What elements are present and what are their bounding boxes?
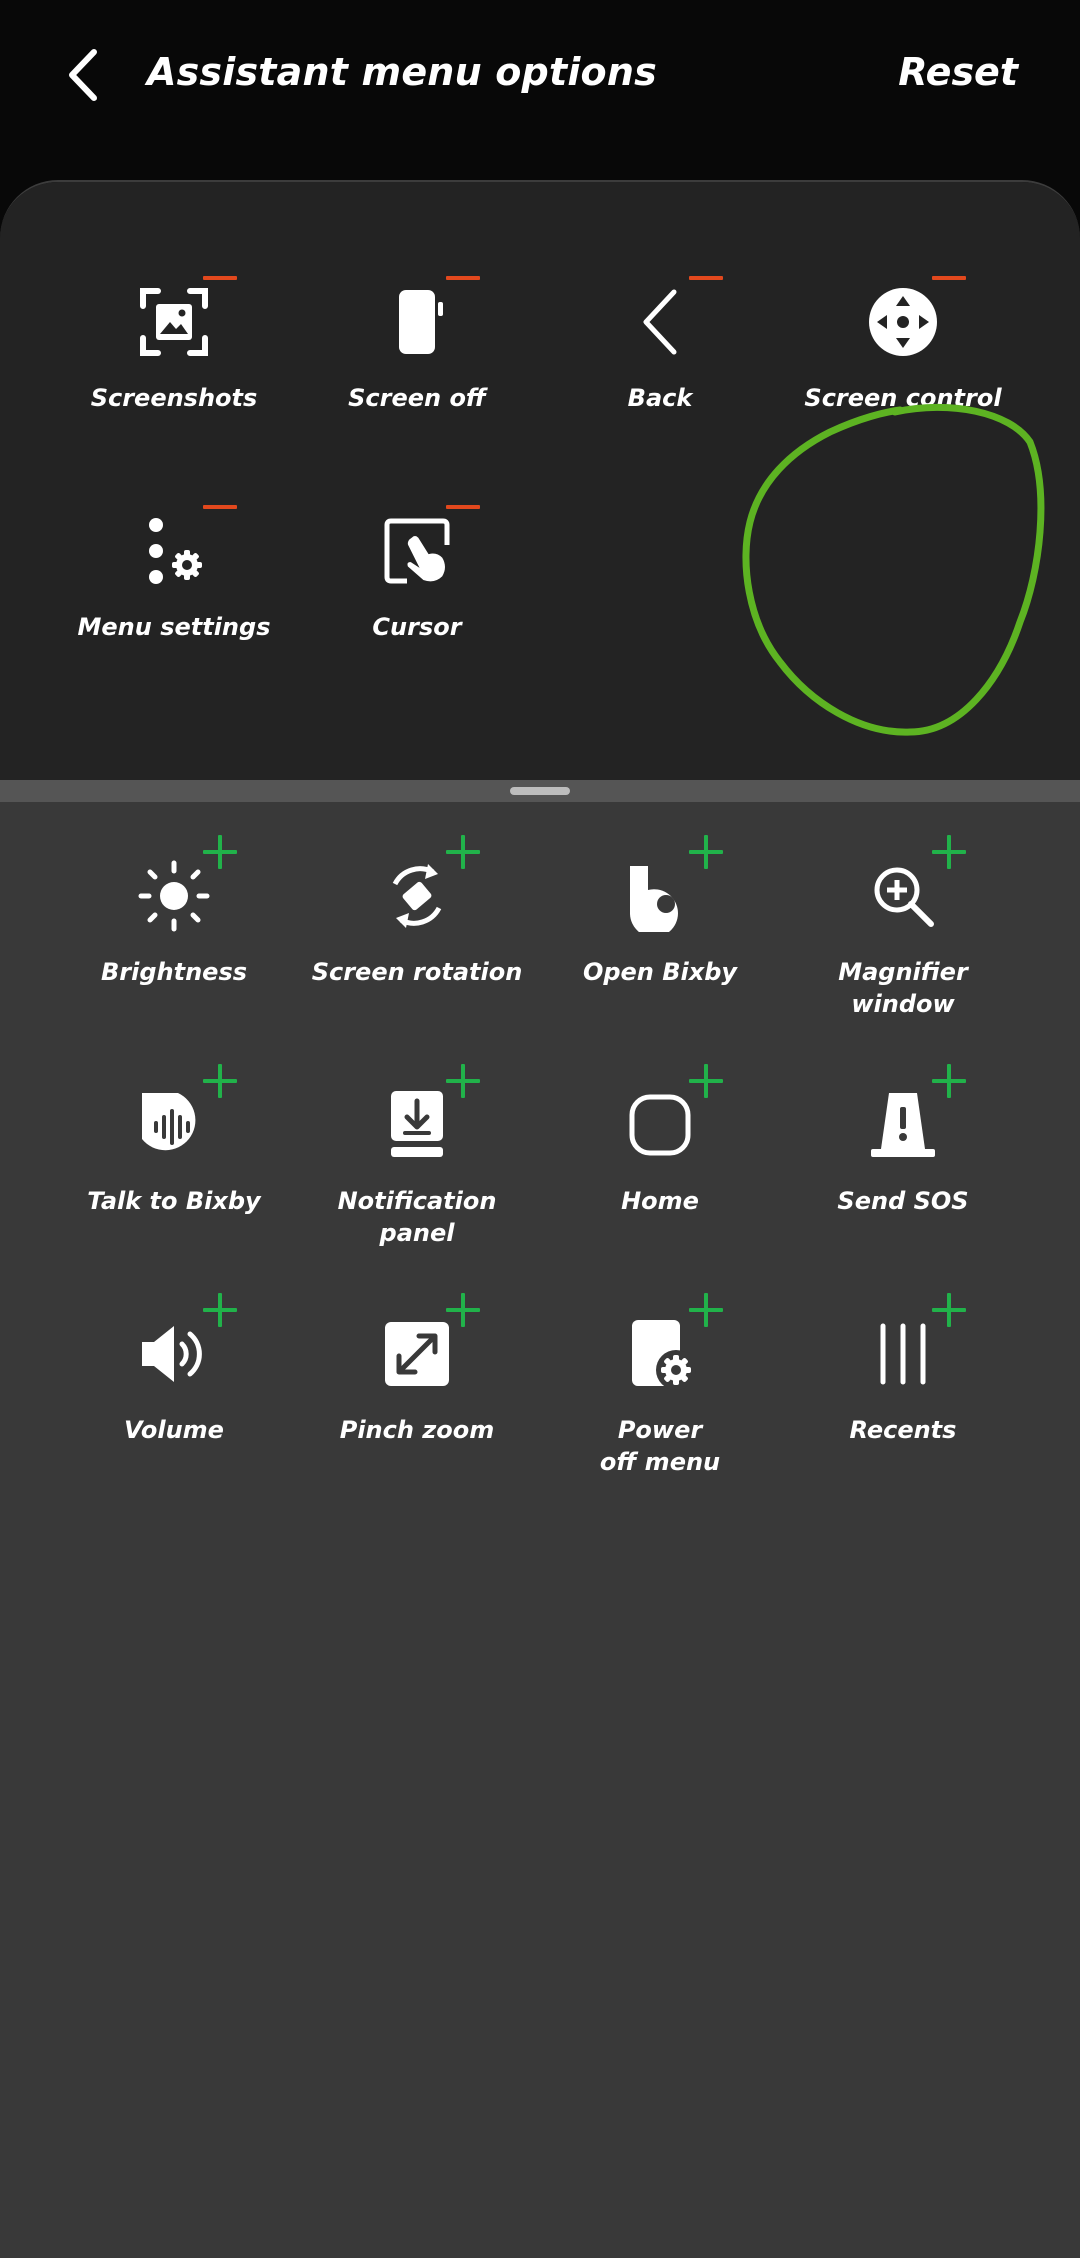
chevron-left-icon <box>69 49 97 101</box>
add-button[interactable] <box>196 1057 244 1105</box>
selected-item-screenshots[interactable]: Screenshots <box>54 276 294 472</box>
plus-icon <box>203 835 237 869</box>
plus-icon <box>446 835 480 869</box>
selected-item-menu-settings[interactable]: Menu settings <box>54 505 294 701</box>
add-button[interactable] <box>925 828 973 876</box>
add-button[interactable] <box>682 1057 730 1105</box>
item-label: Screen off <box>348 384 486 412</box>
item-label: Screen rotation <box>311 958 523 986</box>
item-label: Screenshots <box>90 384 258 412</box>
remove-button[interactable] <box>682 254 730 302</box>
add-button[interactable] <box>682 828 730 876</box>
item-label: Talk to Bixby <box>87 1187 261 1215</box>
item-label: Screen control <box>804 384 1002 412</box>
item-label: Home <box>621 1187 699 1215</box>
plus-icon <box>689 1064 723 1098</box>
remove-button[interactable] <box>925 254 973 302</box>
minus-icon <box>446 276 480 280</box>
item-label: Power off menu <box>599 1416 721 1476</box>
selected-item-back[interactable]: Back <box>540 276 780 472</box>
page-title: Assistant menu options <box>147 50 657 94</box>
available-item-send-sos[interactable]: Send SOS <box>783 1064 1023 1275</box>
drag-handle[interactable] <box>510 787 570 795</box>
add-button[interactable] <box>439 1057 487 1105</box>
item-label: Recents <box>849 1416 957 1444</box>
available-item-volume[interactable]: Volume <box>54 1293 294 1504</box>
item-label: Pinch zoom <box>339 1416 495 1444</box>
available-item-notification-panel[interactable]: Notification panel <box>297 1064 537 1275</box>
remove-button[interactable] <box>196 483 244 531</box>
panel-divider[interactable] <box>0 780 1080 802</box>
minus-icon <box>446 505 480 509</box>
item-label: Volume <box>124 1416 224 1444</box>
selected-item-screen-off[interactable]: Screen off <box>297 276 537 472</box>
assistant-menu-panel: Screenshots Screen off Back Screen contr… <box>0 180 1080 2258</box>
add-button[interactable] <box>196 828 244 876</box>
item-label: Menu settings <box>77 613 271 641</box>
item-label: Notification panel <box>337 1187 497 1247</box>
item-label: Open Bixby <box>582 958 738 986</box>
minus-icon <box>689 276 723 280</box>
plus-icon <box>446 1064 480 1098</box>
plus-icon <box>689 1293 723 1327</box>
available-items-area: Brightness Screen rotation Open Bixby Ma… <box>0 802 1080 2258</box>
remove-button[interactable] <box>439 483 487 531</box>
available-item-home[interactable]: Home <box>540 1064 780 1275</box>
back-button[interactable] <box>58 44 108 106</box>
selected-items-area: Screenshots Screen off Back Screen contr… <box>0 182 1080 780</box>
available-item-open-bixby[interactable]: Open Bixby <box>540 835 780 1046</box>
plus-icon <box>203 1064 237 1098</box>
add-button[interactable] <box>682 1286 730 1334</box>
available-item-power-off-menu[interactable]: Power off menu <box>540 1293 780 1504</box>
available-item-talk-to-bixby[interactable]: Talk to Bixby <box>54 1064 294 1275</box>
plus-icon <box>932 1064 966 1098</box>
item-label: Magnifier window <box>838 958 968 1018</box>
available-item-recents[interactable]: Recents <box>783 1293 1023 1504</box>
add-button[interactable] <box>439 1286 487 1334</box>
selected-item-cursor[interactable]: Cursor <box>297 505 537 701</box>
reset-button[interactable]: Reset <box>898 50 1018 94</box>
plus-icon <box>932 835 966 869</box>
add-button[interactable] <box>925 1057 973 1105</box>
item-label: Brightness <box>100 958 248 986</box>
minus-icon <box>203 276 237 280</box>
app-header: Assistant menu options Reset <box>0 0 1080 180</box>
minus-icon <box>932 276 966 280</box>
remove-button[interactable] <box>439 254 487 302</box>
plus-icon <box>446 1293 480 1327</box>
plus-icon <box>203 1293 237 1327</box>
plus-icon <box>689 835 723 869</box>
item-label: Send SOS <box>837 1187 969 1215</box>
selected-item-screen-control[interactable]: Screen control <box>783 276 1023 472</box>
item-label: Cursor <box>372 613 462 641</box>
add-button[interactable] <box>196 1286 244 1334</box>
minus-icon <box>203 505 237 509</box>
plus-icon <box>932 1293 966 1327</box>
item-label: Back <box>627 384 693 412</box>
available-item-magnifier-window[interactable]: Magnifier window <box>783 835 1023 1046</box>
available-item-pinch-zoom[interactable]: Pinch zoom <box>297 1293 537 1504</box>
available-item-brightness[interactable]: Brightness <box>54 835 294 1046</box>
remove-button[interactable] <box>196 254 244 302</box>
available-item-screen-rotation[interactable]: Screen rotation <box>297 835 537 1046</box>
add-button[interactable] <box>925 1286 973 1334</box>
add-button[interactable] <box>439 828 487 876</box>
